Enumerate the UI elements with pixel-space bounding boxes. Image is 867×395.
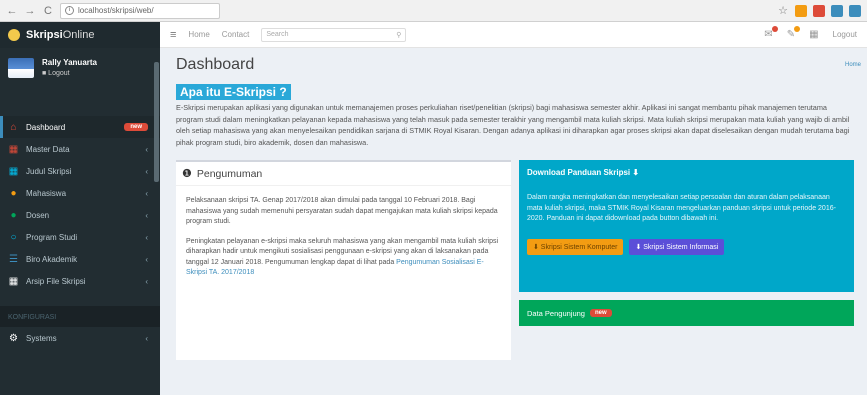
sidebar-item-label: Mahasiswa [26,188,67,198]
sidebar-item-label: Arsip File Skripsi [26,276,86,286]
visitor-panel[interactable]: Data Pengunjung new [519,300,854,326]
section-header: KONFIGURASI [0,306,160,327]
chevron-left-icon: ‹ [145,333,148,343]
sidebar-item-master-data[interactable]: ▦ Master Data ‹ [0,138,160,160]
avatar [8,58,34,78]
top-navbar: ≡ Home Contact Search ⚲ ✉ ✎ ▦ Logout [160,22,867,48]
sidebar-item-label: Dosen [26,210,50,220]
circle-icon: ○ [10,231,17,243]
archive-icon: ▦ [8,275,19,287]
back-button[interactable]: ← [6,5,18,17]
sidebar-item-label: Biro Akademik [26,254,78,264]
sidebar-menu: ⌂ Dashboard new ▦ Master Data ‹ ▦ Judul Skripsi… [0,116,160,292]
download-text: Dalam rangka meningkatkan dan menyelesai… [527,194,836,222]
messages-icon[interactable]: ✉ [764,26,778,40]
sidebar-item-label: Judul Skripsi [26,166,72,176]
breadcrumb[interactable]: Home [845,62,861,68]
grid-icon[interactable]: ▦ [809,29,818,40]
sidebar-item-label: Dashboard [26,122,66,132]
announcement-paragraph: Pelaksanaan skripsi TA. Genap 2017/2018 … [186,197,498,225]
extension-icon[interactable] [795,4,807,17]
sidebar-item-mahasiswa[interactable]: ● Mahasiswa ‹ [0,182,160,204]
logout-button[interactable]: Logout [833,30,857,39]
intro-heading: Apa itu E-Skripsi ? [176,84,291,100]
address-bar[interactable]: i localhost/skripsi/web/ [60,2,220,19]
announcement-box: ❶ Pengumuman Pelaksanaan skripsi TA. Gen… [176,160,511,360]
chevron-left-icon: ‹ [145,166,148,176]
sidebar-item-arsip-file-skripsi[interactable]: ▦ Arsip File Skripsi ‹ [0,270,160,292]
logo-icon [8,29,20,41]
intro-text: E-Skripsi merupakan aplikasi yang diguna… [176,103,850,147]
info-icon: i [65,6,74,15]
visitor-title: Data Pengunjung [527,308,585,318]
page-title: Dashboard [176,56,255,73]
notifications-icon[interactable]: ✎ [787,26,801,40]
sidebar-item-program-studi[interactable]: ○ Program Studi ‹ [0,226,160,248]
download-informasi-button[interactable]: ⬇ Skripsi Sistem Informasi [629,238,725,255]
announcement-title: Pengumuman [196,167,263,180]
new-badge: new [124,123,148,131]
star-icon[interactable]: ☆ [777,4,789,17]
sidebar-item-dashboard[interactable]: ⌂ Dashboard new [0,116,160,138]
search-placeholder: Search [266,31,289,38]
search-input[interactable]: Search ⚲ [261,27,407,42]
browser-toolbar: ← → C i localhost/skripsi/web/ ☆ [0,0,867,22]
download-komputer-button[interactable]: ⬇ Skripsi Sistem Komputer [527,238,624,255]
app-name-bold: Skripsi [26,29,63,41]
user-name: Rally Yanuarta [42,58,97,67]
sidebar: SkripsiOnline Rally Yanuarta ■ Logout ⌂ D… [0,22,160,395]
user-icon: ● [10,187,17,199]
list-icon: ☰ [9,253,18,265]
chevron-left-icon: ‹ [145,144,148,154]
sidebar-item-biro-akademik[interactable]: ☰ Biro Akademik ‹ [0,248,160,270]
new-badge: new [589,309,612,317]
chevron-left-icon: ‹ [145,210,148,220]
grid-icon: ▦ [8,143,19,155]
user-panel: Rally Yanuarta ■ Logout [0,48,160,88]
extension-icon[interactable] [831,4,843,17]
sidebar-scrollbar[interactable] [154,62,159,182]
info-circle-icon: ❶ [182,168,192,180]
sidebar-item-label: Systems [26,333,57,343]
sidebar-item-judul-skripsi[interactable]: ▦ Judul Skripsi ‹ [0,160,160,182]
nav-home-link[interactable]: Home [188,30,209,39]
download-panel: Download Panduan Skripsi ⬇ Dalam rangka … [519,160,854,292]
sidebar-item-systems[interactable]: ⚙ Systems ‹ [0,327,160,349]
reload-button[interactable]: C [42,5,54,17]
forward-button[interactable]: → [24,5,36,17]
menu-toggle-icon[interactable]: ≡ [170,29,176,41]
home-icon: ⌂ [10,121,17,133]
url-text: localhost/skripsi/web/ [78,6,154,15]
gears-icon: ⚙ [9,332,18,344]
sidebar-item-label: Master Data [26,144,70,154]
users-icon: ● [10,209,17,221]
chevron-left-icon: ‹ [145,188,148,198]
chevron-left-icon: ‹ [145,276,148,286]
main-content: Dashboard Home Apa itu E-Skripsi ? E-Skr… [160,48,867,395]
search-icon[interactable]: ⚲ [396,31,401,39]
sidebar-item-dosen[interactable]: ● Dosen ‹ [0,204,160,226]
app-name-light: Online [62,29,95,41]
extension-icon[interactable] [849,4,861,17]
nav-contact-link[interactable]: Contact [222,30,250,39]
chevron-left-icon: ‹ [145,254,148,264]
app-logo[interactable]: SkripsiOnline [0,22,160,48]
chevron-left-icon: ‹ [145,232,148,242]
logout-link[interactable]: ■ Logout [42,70,97,77]
download-title: Download Panduan Skripsi ⬇ [527,168,640,177]
extension-icon[interactable] [813,4,825,17]
table-icon: ▦ [8,165,19,177]
sidebar-item-label: Program Studi [26,232,78,242]
